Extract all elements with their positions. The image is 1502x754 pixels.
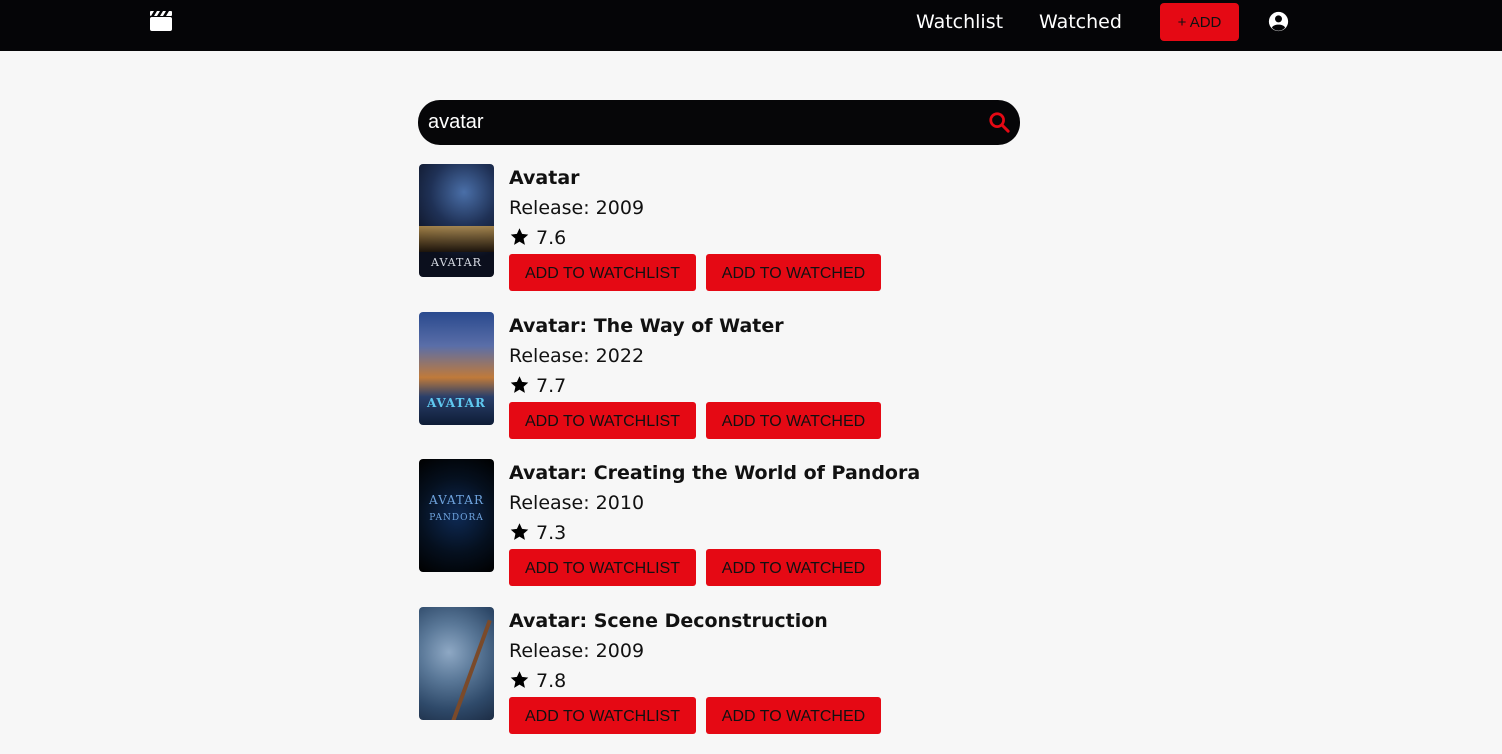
poster-title-text: AVATAR: [419, 493, 494, 507]
user-circle-icon[interactable]: [1268, 11, 1289, 32]
rating-value: 7.3: [536, 522, 566, 544]
movie-release: Release: 2010: [509, 492, 644, 514]
movie-title: Avatar: Scene Deconstruction: [509, 610, 828, 632]
add-to-watched-button[interactable]: ADD TO WATCHED: [706, 697, 881, 734]
movie-rating: 7.8: [509, 670, 566, 692]
list-item: AVATAR Avatar: The Way of Water Release:…: [419, 312, 1119, 460]
movie-poster: [419, 607, 494, 720]
search-bar: [418, 100, 1020, 145]
movie-poster: AVATAR PANDORA: [419, 459, 494, 572]
list-item: AVATAR Avatar Release: 2009 7.6 ADD TO W…: [419, 164, 1119, 312]
movie-title: Avatar: The Way of Water: [509, 315, 784, 337]
add-button[interactable]: + ADD: [1160, 3, 1239, 41]
movie-poster: AVATAR: [419, 164, 494, 277]
movie-release: Release: 2009: [509, 197, 644, 219]
star-icon: [509, 227, 530, 247]
star-icon: [509, 522, 530, 542]
top-navbar: Watchlist Watched + ADD: [0, 0, 1502, 51]
clapperboard-icon[interactable]: [149, 10, 173, 32]
movie-release: Release: 2022: [509, 345, 644, 367]
search-icon[interactable]: [988, 111, 1010, 133]
star-icon: [509, 670, 530, 690]
movie-release: Release: 2009: [509, 640, 644, 662]
add-to-watchlist-button[interactable]: ADD TO WATCHLIST: [509, 402, 696, 439]
movie-rating: 7.3: [509, 522, 566, 544]
search-results-list: AVATAR Avatar Release: 2009 7.6 ADD TO W…: [419, 164, 1119, 754]
movie-rating: 7.7: [509, 375, 566, 397]
add-to-watchlist-button[interactable]: ADD TO WATCHLIST: [509, 697, 696, 734]
rating-value: 7.7: [536, 375, 566, 397]
add-to-watched-button[interactable]: ADD TO WATCHED: [706, 402, 881, 439]
rating-value: 7.6: [536, 227, 566, 249]
poster-title-text: AVATAR: [419, 396, 494, 410]
movie-title: Avatar: Creating the World of Pandora: [509, 462, 920, 484]
movie-rating: 7.6: [509, 227, 566, 249]
star-icon: [509, 375, 530, 395]
add-to-watched-button[interactable]: ADD TO WATCHED: [706, 254, 881, 291]
search-input[interactable]: [428, 100, 968, 145]
nav-watched-link[interactable]: Watched: [1039, 10, 1122, 34]
movie-title: Avatar: [509, 167, 580, 189]
poster-title-text: AVATAR: [419, 256, 494, 269]
nav-watchlist-link[interactable]: Watchlist: [916, 10, 1003, 34]
rating-value: 7.8: [536, 670, 566, 692]
movie-poster: AVATAR: [419, 312, 494, 425]
add-to-watchlist-button[interactable]: ADD TO WATCHLIST: [509, 549, 696, 586]
add-to-watched-button[interactable]: ADD TO WATCHED: [706, 549, 881, 586]
list-item: Avatar: Scene Deconstruction Release: 20…: [419, 607, 1119, 754]
poster-subtitle-text: PANDORA: [419, 513, 494, 523]
add-to-watchlist-button[interactable]: ADD TO WATCHLIST: [509, 254, 696, 291]
list-item: AVATAR PANDORA Avatar: Creating the Worl…: [419, 459, 1119, 607]
